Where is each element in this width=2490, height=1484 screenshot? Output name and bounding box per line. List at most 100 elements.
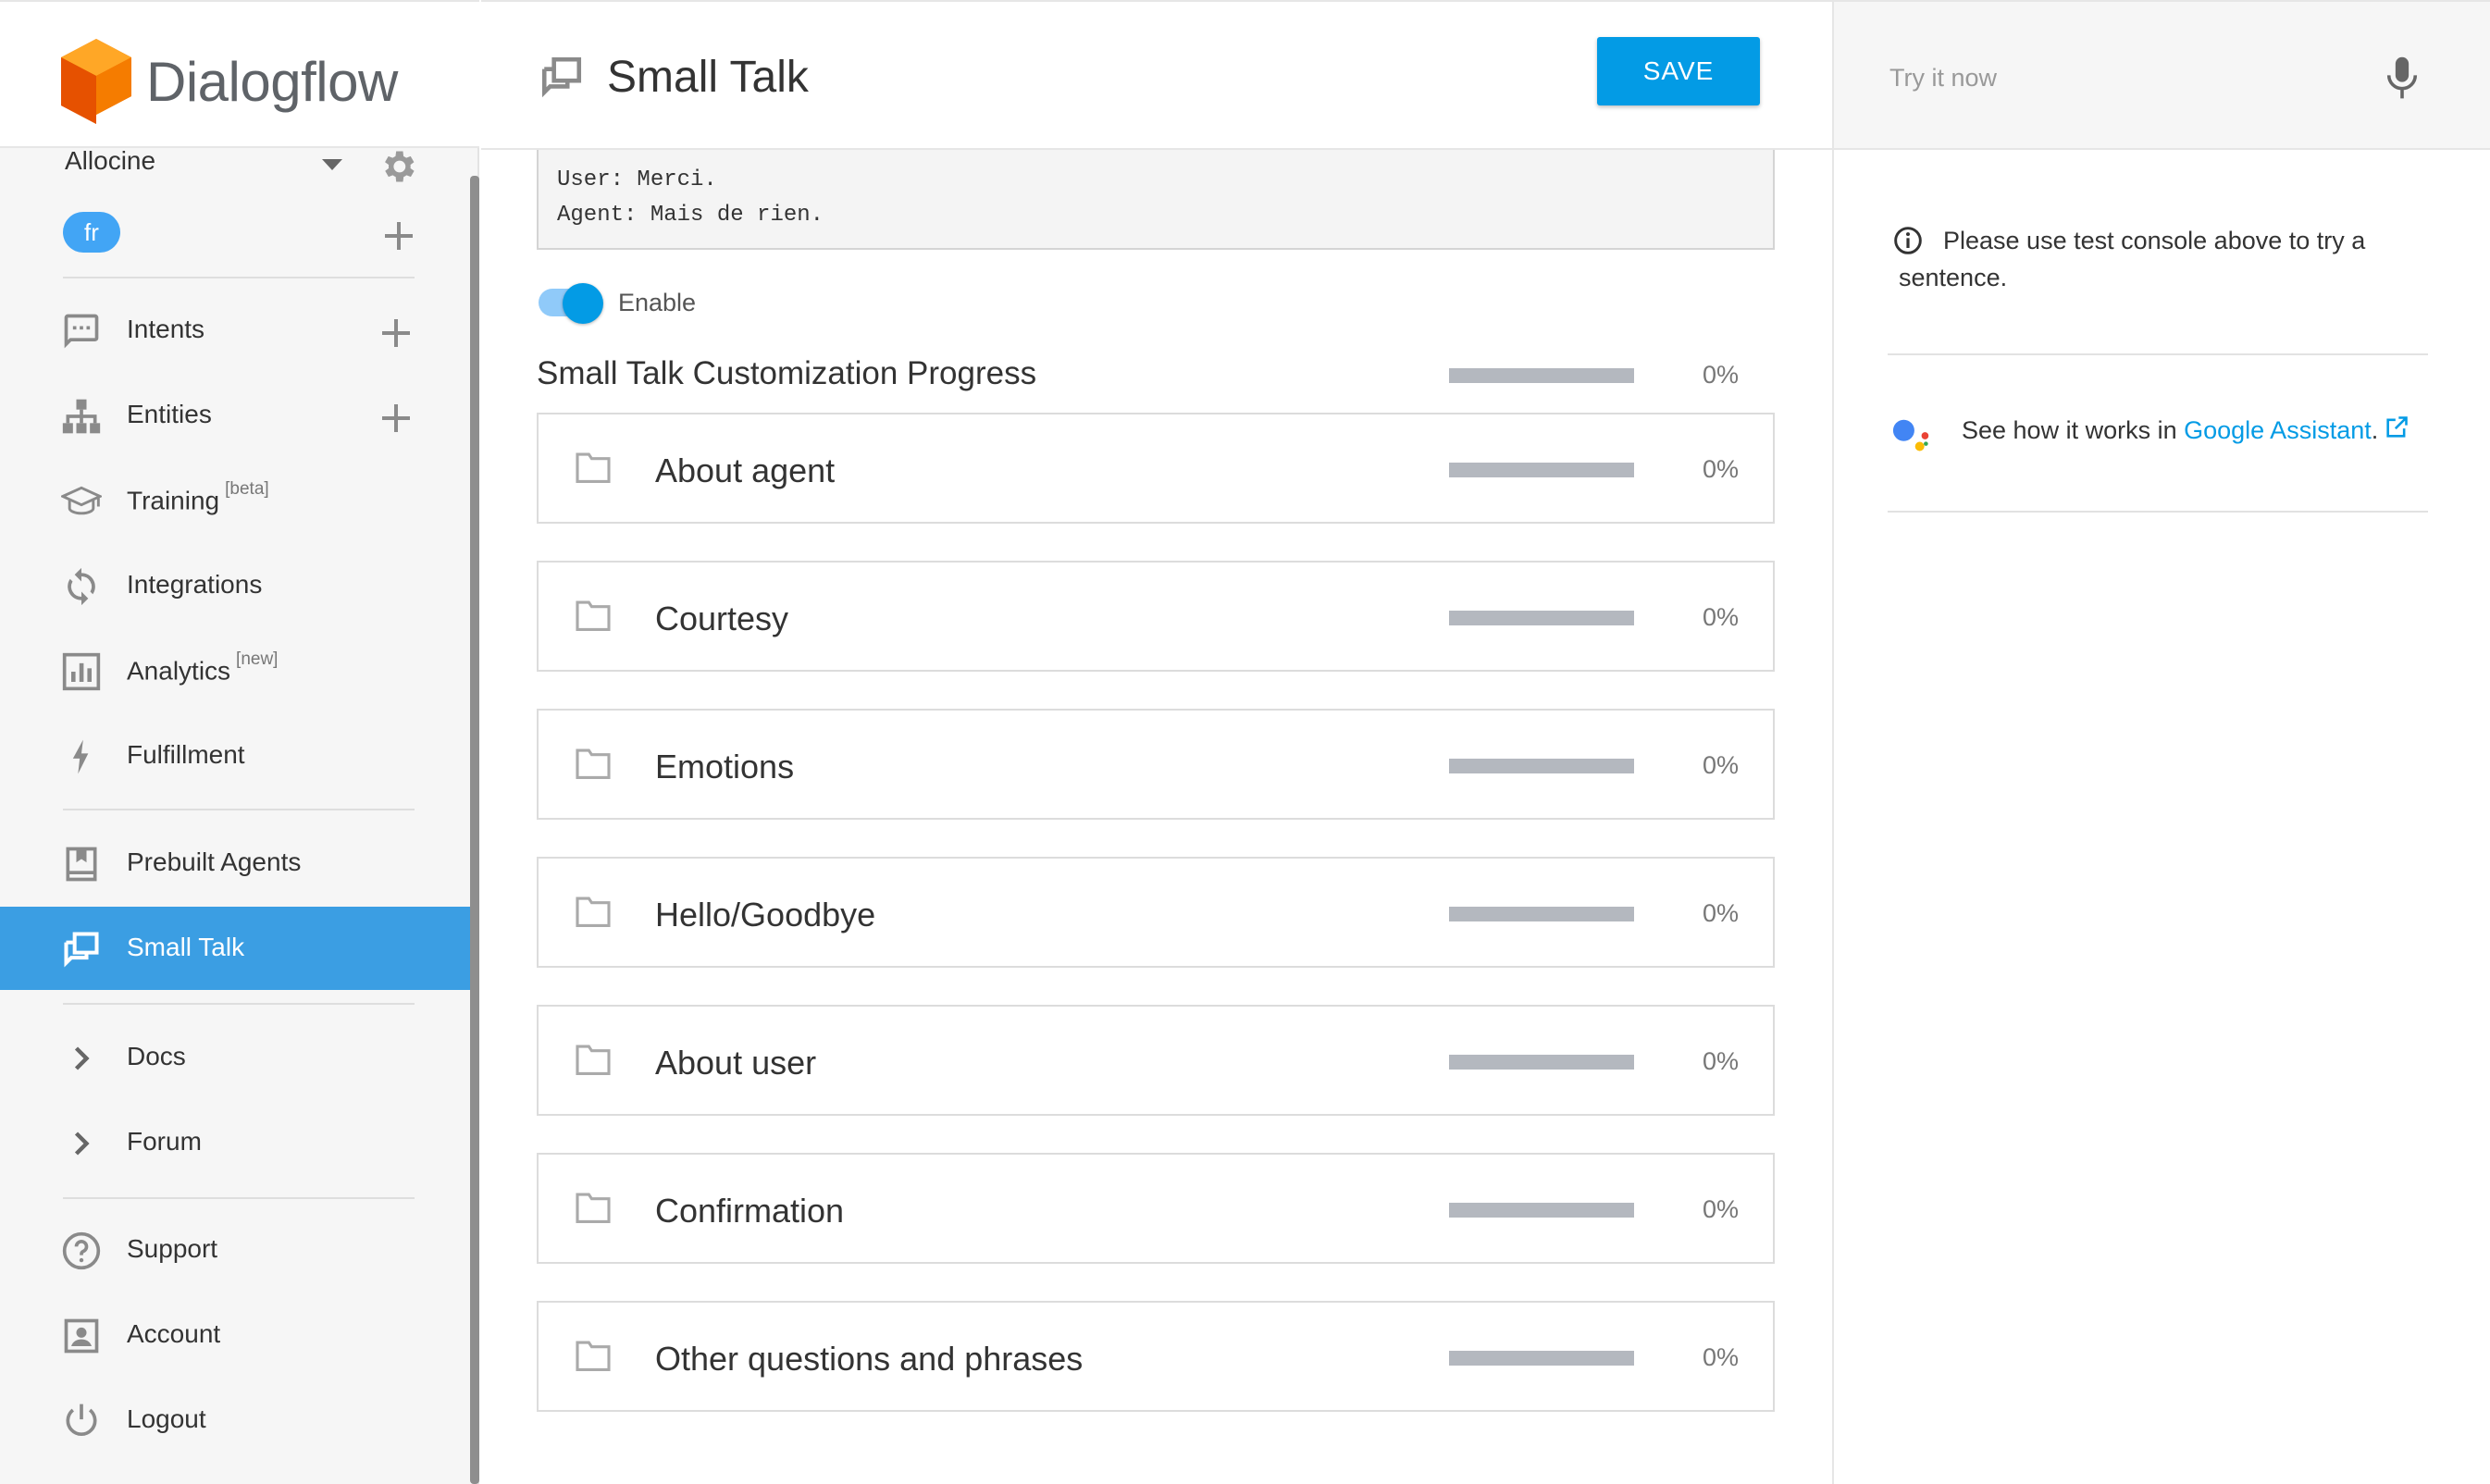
- dialogflow-logo-icon[interactable]: [61, 39, 131, 124]
- folder-icon: [576, 1341, 611, 1371]
- category-about-agent[interactable]: About agent 0%: [537, 413, 1775, 524]
- test-console-header: [1834, 0, 2490, 150]
- category-percent: 0%: [1703, 751, 1740, 779]
- category-hello-goodbye[interactable]: Hello/Goodbye 0%: [537, 857, 1775, 968]
- add-entity-icon[interactable]: [382, 404, 410, 432]
- add-language-icon[interactable]: [385, 222, 413, 250]
- divider: [1888, 353, 2428, 355]
- graduation-cap-icon: [61, 486, 102, 515]
- microphone-icon[interactable]: [2382, 56, 2422, 102]
- page-title: Small Talk: [607, 53, 809, 102]
- category-progress-bar: [1449, 611, 1634, 625]
- category-percent: 0%: [1703, 1047, 1740, 1075]
- category-confirmation[interactable]: Confirmation 0%: [537, 1153, 1775, 1264]
- enable-toggle-knob[interactable]: [563, 283, 603, 324]
- category-name: Emotions: [655, 748, 795, 785]
- chat-windows-icon: [541, 56, 582, 98]
- category-progress-bar: [1449, 1351, 1634, 1366]
- category-progress-bar: [1449, 1203, 1634, 1218]
- sidebar-item-label: Fulfillment: [127, 740, 245, 769]
- lightning-icon: [72, 739, 89, 774]
- sidebar-item-text: Analytics: [127, 656, 231, 686]
- language-badge[interactable]: fr: [63, 212, 120, 253]
- category-percent: 0%: [1703, 603, 1740, 631]
- category-percent: 0%: [1703, 1343, 1740, 1371]
- google-assistant-icon: [1892, 419, 1929, 451]
- sidebar-item-fulfillment[interactable]: Fulfillment: [0, 714, 470, 798]
- category-name: Courtesy: [655, 600, 789, 637]
- sidebar-item-label: Small Talk: [127, 933, 245, 961]
- folder-icon: [576, 1193, 611, 1223]
- category-percent: 0%: [1703, 455, 1740, 483]
- sidebar-scrollbar[interactable]: [470, 176, 479, 1484]
- try-it-now-input[interactable]: [1888, 57, 2350, 98]
- category-progress-bar: [1449, 463, 1634, 477]
- category-progress-bar: [1449, 759, 1634, 773]
- sidebar-item-integrations[interactable]: Integrations: [0, 544, 470, 627]
- divider: [63, 1003, 415, 1005]
- sidebar-item-label: Analytics [new]: [127, 649, 278, 686]
- assistant-message-suffix: .: [2371, 416, 2379, 444]
- divider: [63, 809, 415, 810]
- help-circle-icon: [62, 1231, 101, 1270]
- beta-tag: [beta]: [225, 479, 269, 499]
- sidebar-item-text: Training: [127, 486, 220, 515]
- divider: [63, 277, 415, 278]
- chat-windows-icon: [64, 932, 99, 968]
- brand-name: Dialogflow: [146, 51, 398, 113]
- sidebar-item-small-talk[interactable]: Small Talk: [0, 907, 470, 990]
- sidebar-item-entities[interactable]: Entities: [0, 374, 470, 457]
- test-console-panel: Please use test console above to try a s…: [1832, 0, 2490, 1484]
- example-dialog: User: Merci. Agent: Mais de rien.: [537, 150, 1775, 250]
- sidebar-item-logout[interactable]: Logout: [0, 1379, 470, 1462]
- sidebar: Dialogflow Allocine fr Intents Entities: [0, 0, 479, 1484]
- category-other-questions[interactable]: Other questions and phrases 0%: [537, 1301, 1775, 1412]
- enable-label: Enable: [618, 289, 697, 316]
- category-about-user[interactable]: About user 0%: [537, 1005, 1775, 1116]
- category-percent: 0%: [1703, 1195, 1740, 1223]
- sidebar-item-label: Intents: [127, 315, 205, 343]
- chevron-right-icon: [74, 1132, 90, 1156]
- gear-icon[interactable]: [378, 146, 418, 187]
- folder-icon: [576, 452, 611, 483]
- external-link-icon[interactable]: [2384, 414, 2409, 440]
- sidebar-header: Dialogflow: [0, 0, 479, 148]
- sidebar-item-prebuilt-agents[interactable]: Prebuilt Agents: [0, 822, 470, 905]
- sidebar-item-account[interactable]: Account: [0, 1293, 470, 1377]
- sidebar-item-label: Logout: [127, 1404, 206, 1433]
- caret-down-icon[interactable]: [322, 159, 342, 170]
- folder-icon: [576, 897, 611, 927]
- sidebar-item-docs[interactable]: Docs: [0, 1016, 470, 1099]
- sidebar-item-label: Integrations: [127, 570, 263, 599]
- sidebar-item-label: Support: [127, 1234, 218, 1263]
- sidebar-item-label: Entities: [127, 400, 212, 428]
- add-intent-icon[interactable]: [382, 319, 410, 347]
- folder-icon: [576, 748, 611, 779]
- sidebar-item-analytics[interactable]: Analytics [new]: [0, 629, 470, 712]
- sidebar-item-forum[interactable]: Forum: [0, 1101, 470, 1184]
- example-agent-line: Agent: Mais de rien.: [557, 203, 824, 228]
- sync-icon: [68, 567, 95, 606]
- overall-progress-percent: 0%: [1703, 361, 1740, 389]
- category-courtesy[interactable]: Courtesy 0%: [537, 561, 1775, 672]
- save-button[interactable]: SAVE: [1597, 37, 1760, 105]
- bar-chart-icon: [62, 652, 101, 691]
- sidebar-item-label: Docs: [127, 1042, 186, 1070]
- sidebar-item-intents[interactable]: Intents: [0, 289, 470, 372]
- agent-selector[interactable]: Allocine: [65, 146, 155, 176]
- category-name: About user: [655, 1044, 817, 1082]
- progress-title: Small Talk Customization Progress: [537, 355, 1037, 391]
- sidebar-item-support[interactable]: Support: [0, 1208, 470, 1292]
- assistant-message-text: See how it works in: [1962, 416, 2185, 444]
- account-box-icon: [64, 1318, 99, 1354]
- category-name: About agent: [655, 451, 836, 489]
- info-message: Please use test console above to try a s…: [1899, 227, 2366, 291]
- category-name: Confirmation: [655, 1192, 845, 1230]
- google-assistant-link[interactable]: Google Assistant: [2184, 416, 2372, 444]
- sidebar-item-training[interactable]: Training [beta]: [0, 459, 470, 542]
- assistant-message: See how it works in Google Assistant.: [1962, 414, 2409, 445]
- chat-bubble-icon: [64, 314, 99, 349]
- power-icon: [66, 1404, 97, 1436]
- category-emotions[interactable]: Emotions 0%: [537, 709, 1775, 820]
- sidebar-item-label: Forum: [127, 1127, 202, 1156]
